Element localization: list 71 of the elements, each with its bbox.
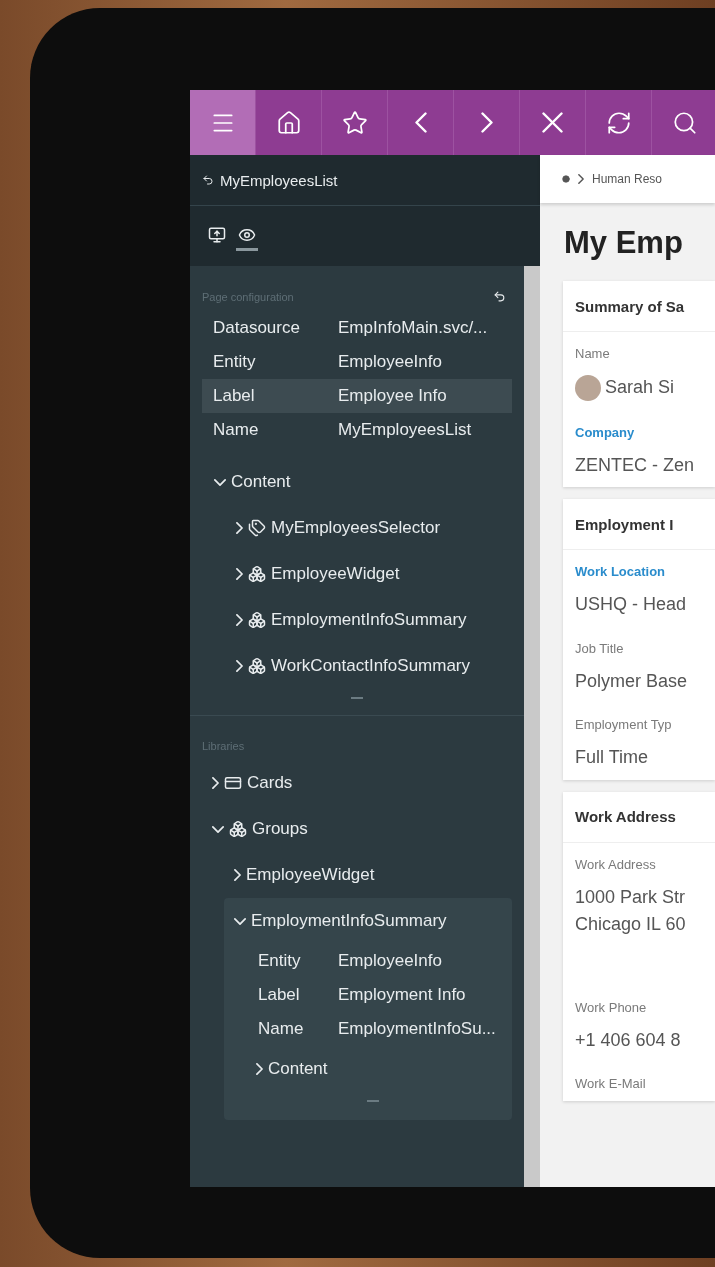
group-icon	[229, 820, 247, 838]
field-label: Job Title	[575, 640, 625, 656]
field-label: Work Address	[575, 856, 657, 872]
more-handle[interactable]	[367, 1100, 379, 1102]
avatar	[575, 375, 601, 401]
field-value: ZENTEC - Zen	[575, 454, 695, 477]
page-name: MyEmployeesList	[220, 171, 338, 189]
property-name: Name	[258, 1019, 305, 1039]
tree-item[interactable]: Content	[214, 459, 291, 505]
group-icon	[248, 565, 266, 583]
field-label: Work Location	[575, 564, 667, 580]
card-title: Work Address	[563, 791, 715, 843]
scrollbar[interactable]	[524, 266, 540, 1187]
property-name: Label	[258, 985, 301, 1005]
property-name: Entity	[213, 352, 257, 372]
tree-item[interactable]: EmployeeWidget	[236, 551, 400, 597]
return-icon	[202, 174, 214, 186]
tree-item[interactable]: Content	[256, 1046, 328, 1092]
home-icon	[275, 109, 302, 136]
property-row[interactable]: Label Employee Info	[202, 379, 512, 413]
undo-icon[interactable]	[493, 290, 506, 303]
search-icon	[671, 109, 698, 136]
breadcrumb-link[interactable]: Human Reso	[592, 172, 663, 186]
tree-item[interactable]: WorkContactInfoSummary	[236, 643, 471, 689]
tree-item[interactable]: EmploymentInfoSummary	[234, 898, 447, 944]
page-title: My Emp	[564, 225, 684, 261]
tree-item[interactable]: MyEmployeesSelector	[236, 505, 441, 551]
field-value: +1 406 604 8	[575, 1028, 682, 1052]
chevron-right-icon	[578, 174, 584, 184]
tree-item[interactable]: Groups	[212, 806, 308, 852]
home-dot-icon[interactable]	[562, 175, 570, 183]
back-icon	[414, 112, 427, 133]
property-row[interactable]: Datasource EmpInfoMain.svc/...	[202, 311, 512, 345]
more-handle[interactable]	[351, 697, 363, 699]
forward-icon	[480, 112, 493, 133]
field-label: Work E-Mail	[575, 1075, 647, 1091]
property-value: EmployeeInfo	[338, 352, 442, 372]
field-value: Polymer Base	[575, 669, 689, 693]
property-name: Name	[213, 420, 260, 440]
field-value: USHQ - Head	[575, 593, 688, 617]
card-icon	[224, 774, 242, 792]
close-icon	[542, 112, 563, 133]
field-label: Employment Typ	[575, 717, 673, 733]
field-value: 1000 Park Str Chicago IL 60	[575, 885, 687, 936]
property-value: MyEmployeesList	[338, 420, 472, 440]
tree-item[interactable]: Cards	[212, 760, 293, 806]
property-name: Datasource	[213, 318, 301, 338]
field-label: Company	[575, 425, 636, 440]
star-icon	[341, 109, 368, 136]
property-value: Employee Info	[338, 386, 447, 406]
publish-icon	[208, 225, 226, 244]
property-value: EmployeeInfo	[338, 951, 442, 971]
tag-icon	[248, 519, 266, 537]
field-value: Full Time	[575, 746, 649, 770]
property-value: EmpInfoMain.svc/...	[338, 318, 488, 338]
property-row[interactable]: Name MyEmployeesList	[202, 413, 512, 447]
property-row[interactable]: Entity EmployeeInfo	[202, 345, 512, 379]
card-title: Employment I	[563, 499, 715, 551]
field-label: Name	[575, 346, 611, 361]
property-name: Label	[213, 386, 256, 406]
property-value: Employment Info	[338, 985, 466, 1005]
field-label: Work Phone	[575, 999, 648, 1015]
group-icon	[248, 657, 266, 675]
tree-item[interactable]: EmploymentInfoSummary	[236, 597, 467, 643]
tree-item[interactable]: EmployeeWidget	[234, 852, 375, 898]
refresh-icon	[605, 109, 632, 136]
property-value: EmploymentInfoSu...	[338, 1019, 496, 1039]
field-value: Sarah Si	[575, 375, 715, 401]
property-name: Entity	[258, 951, 302, 971]
card-title: Summary of Sa	[563, 281, 715, 332]
group-icon	[248, 611, 266, 629]
